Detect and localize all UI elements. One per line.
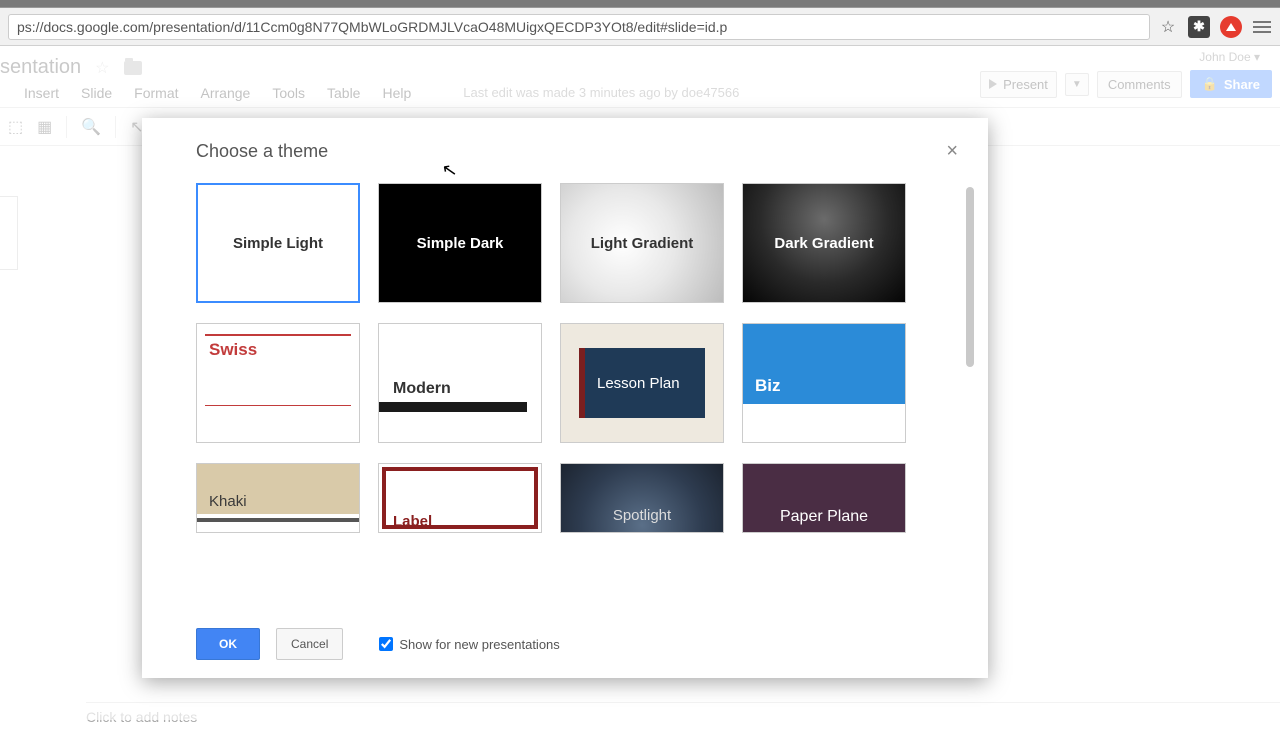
theme-light-gradient[interactable]: Light Gradient (560, 183, 724, 303)
extension-icon-2[interactable] (1220, 16, 1242, 38)
theme-simple-dark[interactable]: Simple Dark (378, 183, 542, 303)
extension-icon[interactable]: ✱ (1188, 16, 1210, 38)
scrollbar[interactable] (966, 187, 974, 367)
theme-dark-gradient[interactable]: Dark Gradient (742, 183, 906, 303)
theme-label: Modern (393, 380, 451, 398)
url-text: ps://docs.google.com/presentation/d/11Cc… (17, 19, 727, 35)
theme-label: Paper Plane (780, 508, 868, 526)
star-icon[interactable]: ☆ (1158, 17, 1178, 37)
theme-modern[interactable]: Modern (378, 323, 542, 443)
theme-biz[interactable]: Biz (742, 323, 906, 443)
browser-toolbar: ps://docs.google.com/presentation/d/11Cc… (0, 8, 1280, 46)
cancel-button[interactable]: Cancel (276, 628, 343, 660)
theme-lesson-plan[interactable]: Lesson Plan (560, 323, 724, 443)
theme-label: Label (393, 513, 432, 530)
show-for-new-label: Show for new presentations (399, 637, 559, 652)
theme-label: Spotlight (613, 507, 671, 524)
theme-label: Biz (755, 376, 781, 396)
theme-spotlight[interactable]: Spotlight (560, 463, 724, 533)
app-area: John Doe ▾ Present ▼ Comments 🔒 Share se… (0, 46, 1280, 720)
theme-label: Simple Dark (417, 235, 504, 252)
chrome-menu-icon[interactable] (1252, 17, 1272, 37)
theme-khaki[interactable]: Khaki (196, 463, 360, 533)
theme-label: Dark Gradient (774, 235, 873, 252)
theme-label: Simple Light (233, 235, 323, 252)
theme-label: Light Gradient (591, 235, 694, 252)
ok-button[interactable]: OK (196, 628, 260, 660)
dialog-footer: OK Cancel Show for new presentations (142, 614, 988, 678)
themes-container: Simple Light Simple Dark Light Gradient … (142, 173, 988, 614)
theme-label: Khaki (209, 493, 247, 510)
url-bar[interactable]: ps://docs.google.com/presentation/d/11Cc… (8, 14, 1150, 40)
theme-label-theme[interactable]: Label (378, 463, 542, 533)
show-for-new-checkbox[interactable]: Show for new presentations (379, 637, 559, 652)
theme-swiss[interactable]: Swiss (196, 323, 360, 443)
dialog-title: Choose a theme (196, 141, 328, 162)
browser-tab-strip (0, 0, 1280, 8)
show-for-new-input[interactable] (379, 637, 393, 651)
theme-dialog: ↖ Choose a theme × Simple Light Simple D… (142, 118, 988, 678)
theme-paper-plane[interactable]: Paper Plane (742, 463, 906, 533)
theme-label: Lesson Plan (579, 348, 705, 418)
close-icon[interactable]: × (946, 140, 962, 163)
theme-label: Swiss (209, 340, 257, 360)
theme-simple-light[interactable]: Simple Light (196, 183, 360, 303)
